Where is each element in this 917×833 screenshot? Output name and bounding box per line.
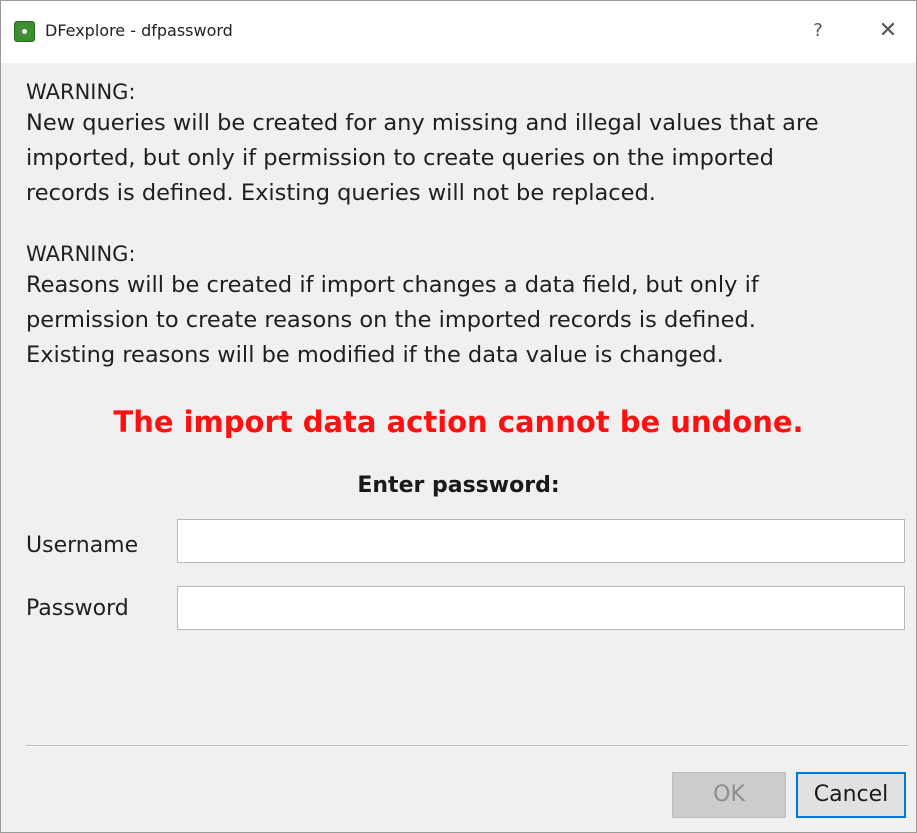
dfexplore-app-icon [14,21,35,42]
warning-2-title: WARNING: [26,242,136,266]
title-bar: DFexplore - dfpassword ? ✕ [1,1,916,63]
warning-2-line: permission to create reasons on the impo… [26,307,756,333]
warning-1-line: New queries will be created for any miss… [26,110,819,136]
warning-1-title: WARNING: [26,80,136,104]
close-icon[interactable]: ✕ [872,15,904,47]
window-title: DFexplore - dfpassword [45,21,233,40]
warning-2-line: Existing reasons will be modified if the… [26,342,724,368]
warning-2-text: Reasons will be created if import change… [26,268,906,373]
warning-1-line: records is defined. Existing queries wil… [26,180,656,206]
warning-1-line: imported, but only if permission to crea… [26,145,774,171]
warning-2-line: Reasons will be created if import change… [26,272,759,298]
username-label: Username [26,533,139,558]
dfpassword-dialog: DFexplore - dfpassword ? ✕ WARNING: New … [0,0,917,833]
cancel-button[interactable]: Cancel [796,772,906,818]
warning-1-text: New queries will be created for any miss… [26,106,906,211]
password-input[interactable] [177,586,905,630]
irreversible-warning: The import data action cannot be undone. [113,405,804,439]
button-separator [26,745,908,747]
password-prompt-heading: Enter password: [357,473,560,498]
ok-button[interactable]: OK [672,772,786,818]
help-icon[interactable]: ? [803,15,833,47]
password-label: Password [26,596,129,621]
username-input[interactable] [177,519,905,563]
